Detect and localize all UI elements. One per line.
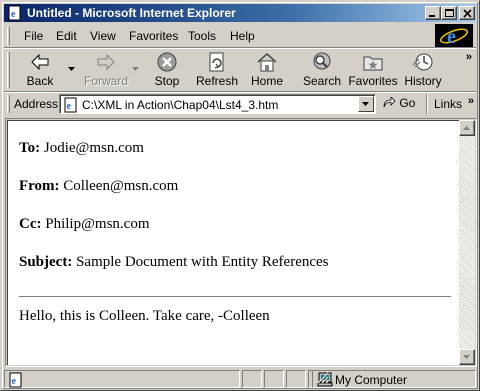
- chevron-down-icon: [362, 102, 369, 106]
- scroll-down-button[interactable]: [459, 349, 475, 365]
- page-icon: e: [64, 97, 77, 113]
- refresh-button[interactable]: Refresh: [194, 51, 240, 89]
- back-label: Back: [26, 74, 54, 88]
- minimize-button[interactable]: [425, 6, 441, 20]
- address-dropdown-button[interactable]: [358, 96, 374, 112]
- home-icon: [257, 52, 277, 72]
- go-button[interactable]: Go: [382, 96, 415, 110]
- to-line: To: Jodie@msn.com: [19, 140, 144, 157]
- refresh-label: Refresh: [195, 74, 239, 88]
- cc-value: Philip@msn.com: [45, 216, 150, 232]
- cc-line: Cc: Philip@msn.com: [19, 216, 150, 233]
- subject-value: Sample Document with Entity References: [76, 254, 329, 270]
- back-arrow-icon: [31, 53, 49, 71]
- menubar-grip[interactable]: [7, 27, 10, 45]
- stop-label: Stop: [154, 74, 180, 88]
- maximize-button[interactable]: [441, 6, 457, 20]
- resize-grip-icon[interactable]: [317, 372, 329, 384]
- history-button[interactable]: History: [402, 51, 444, 89]
- to-value: Jodie@msn.com: [43, 140, 144, 156]
- go-arrow-icon: [383, 96, 396, 108]
- to-label: To:: [19, 140, 41, 156]
- maximize-icon: [445, 9, 454, 17]
- menu-file[interactable]: File: [24, 29, 43, 43]
- links-separator: [426, 94, 428, 114]
- from-label: From:: [19, 178, 60, 194]
- svg-text:e: e: [67, 101, 72, 112]
- from-line: From: Colleen@msn.com: [19, 178, 178, 195]
- arrow-down-icon: [463, 355, 470, 359]
- arrow-up-icon: [463, 126, 470, 130]
- menu-view[interactable]: View: [90, 29, 116, 43]
- address-label: Address: [14, 97, 59, 111]
- search-icon: [313, 52, 331, 70]
- address-url: C:\XML in Action\Chap04\Lst4_3.htm: [82, 98, 279, 112]
- address-input[interactable]: e C:\XML in Action\Chap04\Lst4_3.htm: [59, 94, 376, 114]
- stop-icon: [157, 52, 177, 72]
- forward-button[interactable]: Forward: [84, 51, 128, 89]
- status-offline-cell: [286, 370, 306, 388]
- menu-help[interactable]: Help: [230, 29, 255, 43]
- close-icon: [463, 9, 472, 18]
- message-body: Hello, this is Colleen. Take care, -Coll…: [19, 308, 270, 324]
- content-frame: To: Jodie@msn.com From: Colleen@msn.com …: [5, 118, 477, 367]
- favorites-button[interactable]: Favorites: [348, 51, 398, 89]
- forward-arrow-icon: [97, 53, 115, 71]
- stop-button[interactable]: Stop: [150, 51, 184, 89]
- subject-label: Subject:: [19, 254, 73, 270]
- toolbar-chevron-icon[interactable]: »: [466, 51, 472, 63]
- subject-line: Subject: Sample Document with Entity Ref…: [19, 254, 329, 271]
- browser-window: e Untitled - Microsoft Internet Explorer…: [0, 0, 480, 391]
- scroll-up-button[interactable]: [459, 120, 475, 136]
- addressbar-grip[interactable]: [7, 95, 10, 113]
- status-progress-cell: [242, 370, 262, 388]
- status-bar: e My Computer: [4, 369, 476, 388]
- title-bar[interactable]: e Untitled - Microsoft Internet Explorer: [4, 4, 476, 22]
- go-label: Go: [399, 96, 416, 110]
- status-zone-cell: My Computer: [312, 370, 476, 388]
- close-button[interactable]: [459, 6, 475, 20]
- from-value: Colleen@msn.com: [63, 178, 179, 194]
- zone-label: My Computer: [335, 373, 408, 387]
- menu-tools[interactable]: Tools: [188, 29, 216, 43]
- history-icon: [412, 53, 433, 71]
- horizontal-rule: [19, 296, 451, 298]
- menu-edit[interactable]: Edit: [56, 29, 77, 43]
- menu-favorites[interactable]: Favorites: [129, 29, 178, 43]
- back-dropdown-icon[interactable]: [68, 67, 75, 71]
- cc-label: Cc:: [19, 216, 42, 232]
- window-title: Untitled - Microsoft Internet Explorer: [27, 6, 236, 20]
- search-label: Search: [302, 74, 342, 88]
- status-secure-cell: [264, 370, 284, 388]
- back-button[interactable]: Back: [20, 51, 60, 89]
- page-content[interactable]: To: Jodie@msn.com From: Colleen@msn.com …: [7, 120, 459, 365]
- vertical-scrollbar[interactable]: [459, 120, 475, 365]
- ie-page-icon[interactable]: e: [7, 5, 23, 21]
- favorites-folder-icon: [363, 56, 383, 71]
- history-label: History: [404, 74, 442, 88]
- svg-text:e: e: [11, 9, 16, 20]
- svg-text:e: e: [447, 26, 456, 48]
- address-bar: Address e C:\XML in Action\Chap04\Lst4_3…: [4, 93, 476, 115]
- standard-toolbar: Back Forward Stop Refresh Home Search Fa…: [4, 49, 476, 91]
- links-button[interactable]: Links: [434, 97, 462, 111]
- ie-throbber-logo: e: [435, 24, 473, 48]
- links-chevron-icon[interactable]: »: [468, 95, 474, 107]
- minimize-icon: [429, 15, 435, 17]
- menu-bar: File Edit View Favorites Tools Help e: [4, 24, 476, 48]
- home-button[interactable]: Home: [248, 51, 286, 89]
- svg-text:e: e: [12, 376, 17, 387]
- forward-label: Forward: [84, 74, 129, 88]
- home-label: Home: [250, 74, 283, 88]
- ie-logo-icon: e: [439, 26, 469, 48]
- search-button[interactable]: Search: [302, 51, 342, 89]
- refresh-icon: [209, 52, 224, 72]
- page-done-icon: e: [9, 372, 22, 388]
- status-message-cell: e: [4, 370, 240, 388]
- toolbar-grip[interactable]: [7, 52, 10, 88]
- favorites-label: Favorites: [348, 74, 398, 88]
- forward-dropdown-icon[interactable]: [132, 67, 139, 71]
